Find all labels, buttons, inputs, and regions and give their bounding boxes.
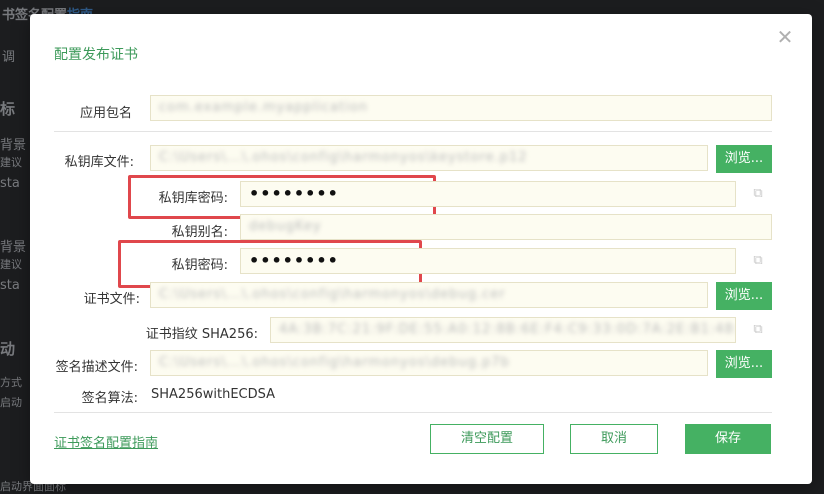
- copy-icon[interactable]: ⧉: [751, 323, 765, 337]
- cert-fingerprint-label: 证书指纹 SHA256:: [145, 327, 258, 342]
- sign-alg-value: SHA256withECDSA: [151, 387, 276, 402]
- cancel-button[interactable]: 取消: [570, 424, 658, 454]
- package-name-field[interactable]: com.example.myapplication: [150, 95, 772, 121]
- clear-config-button[interactable]: 清空配置: [430, 424, 544, 454]
- profile-file-label: 签名描述文件:: [55, 360, 138, 375]
- divider: [54, 412, 772, 413]
- cert-fingerprint-field: 4A:3B:7C:21:9F:DE:55:A0:12:8B:6E:F4:C9:3…: [270, 317, 736, 343]
- key-password-field[interactable]: ••••••••: [240, 248, 736, 274]
- copy-icon[interactable]: ⧉: [751, 254, 765, 268]
- cert-file-label: 证书文件:: [83, 292, 140, 307]
- keystore-file-label: 私钥库文件:: [64, 155, 134, 170]
- cert-file-field[interactable]: C:\Users\...\.ohos\config\harmonyos\debu…: [150, 282, 708, 308]
- copy-icon[interactable]: ⧉: [751, 187, 765, 201]
- sign-alg-label: 签名算法:: [81, 391, 138, 406]
- dialog-title: 配置发布证书: [54, 47, 138, 63]
- keystore-file-field[interactable]: C:\Users\...\.ohos\config\harmonyos\keys…: [150, 145, 708, 171]
- keystore-password-label: 私钥库密码:: [158, 191, 228, 206]
- guide-link[interactable]: 证书签名配置指南: [54, 432, 158, 451]
- cert-browse-button[interactable]: 浏览...: [716, 282, 772, 310]
- profile-browse-button[interactable]: 浏览...: [716, 350, 772, 378]
- key-alias-field[interactable]: debugKey: [240, 214, 772, 240]
- save-button[interactable]: 保存: [685, 424, 771, 454]
- keystore-password-field[interactable]: ••••••••: [240, 181, 736, 207]
- key-alias-label: 私钥别名:: [171, 225, 228, 240]
- signing-config-dialog: 配置发布证书 ✕ 应用包名 com.example.myapplication …: [30, 14, 812, 484]
- package-name-label: 应用包名: [79, 106, 132, 121]
- profile-file-field[interactable]: C:\Users\...\.ohos\config\harmonyos\debu…: [150, 350, 708, 376]
- divider: [54, 131, 772, 132]
- keystore-browse-button[interactable]: 浏览...: [716, 145, 772, 173]
- key-password-label: 私钥密码:: [171, 258, 228, 273]
- close-icon[interactable]: ✕: [776, 27, 794, 47]
